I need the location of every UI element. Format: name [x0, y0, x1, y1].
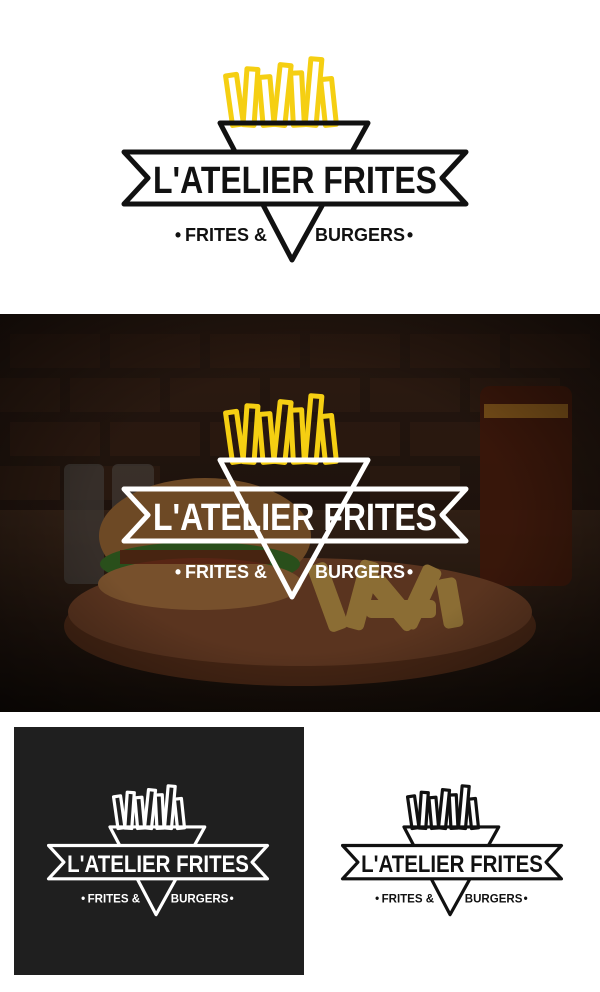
logo-mark: L'ATELIER FRITES • FRITES & BURGERS • — [121, 56, 469, 263]
tagline-left: FRITES & — [382, 893, 434, 905]
brand-name: L'ATELIER FRITES — [361, 851, 543, 878]
logo-panel-white-mono: L'ATELIER FRITES • FRITES & BURGERS • — [310, 727, 600, 975]
brand-name: L'ATELIER FRITES — [153, 160, 437, 202]
tagline-left-bullet: • — [81, 893, 85, 905]
brand-name: L'ATELIER FRITES — [153, 497, 437, 539]
logo-panel-white-color: L'ATELIER FRITES • FRITES & BURGERS • — [0, 0, 600, 312]
tagline-right: BURGERS — [315, 225, 405, 245]
fries-icon — [223, 393, 339, 465]
tagline-left: FRITES & — [185, 225, 267, 245]
logo-mark: L'ATELIER FRITES • FRITES & BURGERS • — [121, 393, 469, 600]
tagline-left-bullet: • — [175, 225, 181, 245]
logo: L'ATELIER FRITES • FRITES & BURGERS • — [340, 783, 564, 917]
tagline-right: BURGERS — [171, 893, 229, 905]
logo: L'ATELIER FRITES • FRITES & BURGERS • — [120, 55, 470, 263]
tagline-right-bullet: • — [407, 225, 413, 245]
fries-icon — [111, 784, 187, 831]
logo-panel-dark: L'ATELIER FRITES • FRITES & BURGERS • — [14, 727, 304, 975]
logo-mark: L'ATELIER FRITES • FRITES & BURGERS • — [340, 784, 564, 917]
tagline-right-bullet: • — [524, 893, 528, 905]
tagline-left-bullet: • — [175, 562, 181, 582]
tagline-right-bullet: • — [407, 562, 413, 582]
tagline-right: BURGERS — [465, 893, 523, 905]
tagline-left: FRITES & — [88, 893, 140, 905]
tagline-right: BURGERS — [315, 562, 405, 582]
brand-name: L'ATELIER FRITES — [67, 851, 249, 878]
logo: L'ATELIER FRITES • FRITES & BURGERS • — [120, 392, 470, 600]
tagline-right-bullet: • — [230, 893, 234, 905]
logo-mark: L'ATELIER FRITES • FRITES & BURGERS • — [46, 784, 270, 917]
tagline-left-bullet: • — [375, 893, 379, 905]
logo: L'ATELIER FRITES • FRITES & BURGERS • — [46, 783, 270, 917]
logo-panel-photo: L'ATELIER FRITES • FRITES & BURGERS • — [0, 314, 600, 712]
fries-icon — [223, 56, 339, 128]
tagline-left: FRITES & — [185, 562, 267, 582]
fries-icon — [405, 784, 481, 831]
